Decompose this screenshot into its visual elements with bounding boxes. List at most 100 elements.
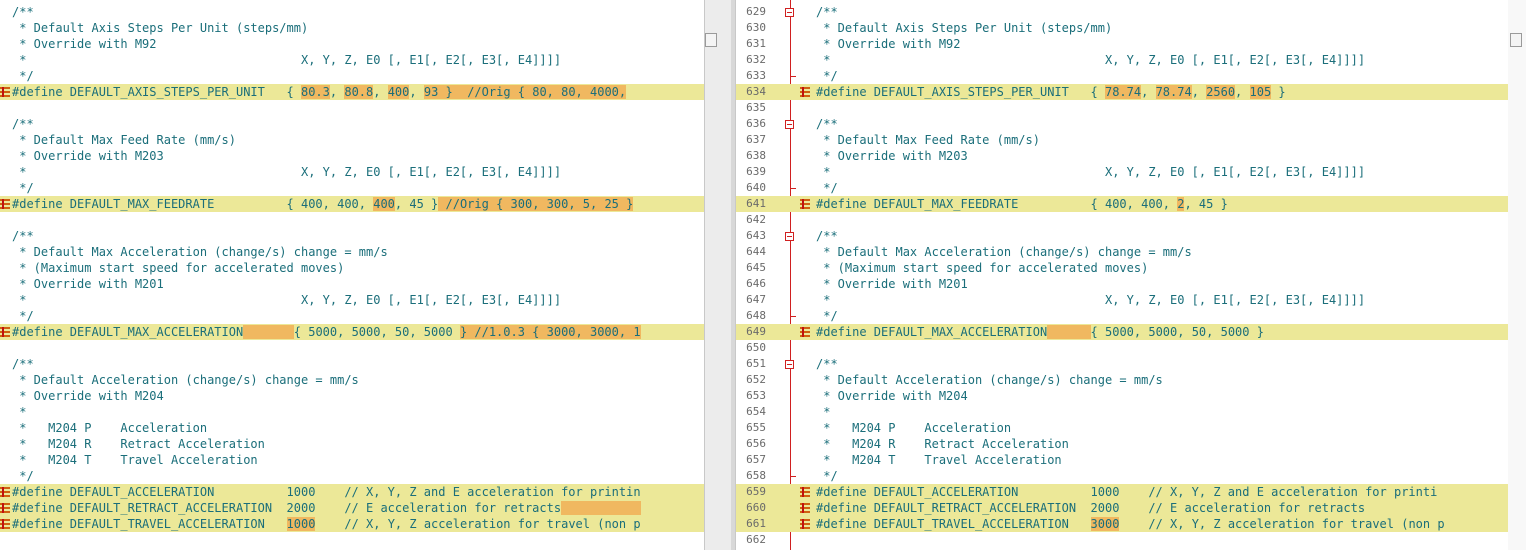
- diff-line[interactable]: #define DEFAULT_AXIS_STEPS_PER_UNIT { 80…: [0, 84, 704, 100]
- code-line[interactable]: 651 /**: [736, 356, 1508, 372]
- code-line[interactable]: */: [0, 468, 704, 484]
- fold-collapse-icon[interactable]: [785, 232, 794, 241]
- code-line[interactable]: 630 * Default Axis Steps Per Unit (steps…: [736, 20, 1508, 36]
- diff-line[interactable]: 660 #define DEFAULT_RETRACT_ACCELERATION …: [736, 500, 1508, 516]
- code-line[interactable]: [0, 212, 704, 228]
- diff-line[interactable]: 634 #define DEFAULT_AXIS_STEPS_PER_UNIT {…: [736, 84, 1508, 100]
- diff-line[interactable]: #define DEFAULT_ACCELERATION 1000 // X, …: [0, 484, 704, 500]
- diff-line[interactable]: #define DEFAULT_MAX_FEEDRATE { 400, 400,…: [0, 196, 704, 212]
- code-line[interactable]: 657 * M204 T Travel Acceleration: [736, 452, 1508, 468]
- code-line[interactable]: /**: [0, 228, 704, 244]
- diff-line[interactable]: #define DEFAULT_RETRACT_ACCELERATION 200…: [0, 500, 704, 516]
- code-text: * X, Y, Z, E0 [, E1[, E2[, E3[, E4]]]]: [12, 52, 561, 68]
- splitter-grip[interactable]: [731, 0, 735, 550]
- code-text: * M204 R Retract Acceleration: [12, 436, 265, 452]
- fold-collapse-icon[interactable]: [785, 8, 794, 17]
- code-line[interactable]: 662: [736, 532, 1508, 548]
- code-line[interactable]: * (Maximum start speed for accelerated m…: [0, 260, 704, 276]
- line-number: 640: [746, 181, 766, 194]
- code-line[interactable]: [0, 100, 704, 116]
- code-line[interactable]: * X, Y, Z, E0 [, E1[, E2[, E3[, E4]]]]: [0, 52, 704, 68]
- code-line[interactable]: 638 * Override with M203: [736, 148, 1508, 164]
- right-editor-pane[interactable]: 629/** 630 * Default Axis Steps Per Unit …: [736, 0, 1508, 550]
- text-segment: * X, Y, Z, E0 [, E1[, E2[, E3[, E4]]]]: [816, 165, 1366, 179]
- code-line[interactable]: 655 * M204 P Acceleration: [736, 420, 1508, 436]
- code-line[interactable]: * Override with M92: [0, 36, 704, 52]
- text-segment: * Override with M92: [816, 37, 961, 51]
- line-number: 638: [746, 149, 766, 162]
- code-line[interactable]: * X, Y, Z, E0 [, E1[, E2[, E3[, E4]]]]: [0, 164, 704, 180]
- code-line[interactable]: * Default Acceleration (change/s) change…: [0, 372, 704, 388]
- diff-line[interactable]: 659 #define DEFAULT_ACCELERATION 1000 // …: [736, 484, 1508, 500]
- code-line[interactable]: 645 * (Maximum start speed for accelerat…: [736, 260, 1508, 276]
- right-scrollbar-thumb[interactable]: [1510, 33, 1522, 47]
- code-line[interactable]: * M204 R Retract Acceleration: [0, 436, 704, 452]
- text-segment: #define DEFAULT_MAX_ACCELERATION: [816, 325, 1048, 339]
- line-number: 658: [746, 469, 766, 482]
- code-line[interactable]: * Default Max Feed Rate (mm/s): [0, 132, 704, 148]
- left-editor-pane[interactable]: /** * Default Axis Steps Per Unit (steps…: [0, 0, 704, 550]
- text-segment: { 5000, 5000, 50, 5000 }: [1090, 325, 1264, 339]
- code-line[interactable]: /**: [0, 116, 704, 132]
- code-line[interactable]: 656 * M204 R Retract Acceleration: [736, 436, 1508, 452]
- code-line[interactable]: 647 * X, Y, Z, E0 [, E1[, E2[, E3[, E4]]…: [736, 292, 1508, 308]
- code-line[interactable]: 646 * Override with M201: [736, 276, 1508, 292]
- code-line[interactable]: 643 /**: [736, 228, 1508, 244]
- code-line[interactable]: 640 */: [736, 180, 1508, 196]
- code-line[interactable]: 635: [736, 100, 1508, 116]
- code-line[interactable]: * M204 T Travel Acceleration: [0, 452, 704, 468]
- code-text: */: [12, 308, 33, 324]
- code-text: /**: [12, 356, 34, 372]
- code-line[interactable]: 654 *: [736, 404, 1508, 420]
- text-segment: * M204 R Retract Acceleration: [12, 437, 265, 451]
- code-text: * X, Y, Z, E0 [, E1[, E2[, E3[, E4]]]]: [816, 52, 1365, 68]
- code-text: *: [12, 404, 26, 420]
- code-line[interactable]: 639 * X, Y, Z, E0 [, E1[, E2[, E3[, E4]]…: [736, 164, 1508, 180]
- code-line[interactable]: 653 * Override with M204: [736, 388, 1508, 404]
- code-line[interactable]: */: [0, 68, 704, 84]
- diff-line[interactable]: 649 #define DEFAULT_MAX_ACCELERATION { 50…: [736, 324, 1508, 340]
- code-line[interactable]: * X, Y, Z, E0 [, E1[, E2[, E3[, E4]]]]: [0, 292, 704, 308]
- code-line[interactable]: *: [0, 404, 704, 420]
- code-line[interactable]: * Override with M204: [0, 388, 704, 404]
- changed-segment: [243, 325, 294, 339]
- text-segment: #define DEFAULT_AXIS_STEPS_PER_UNIT {: [816, 85, 1105, 99]
- code-line[interactable]: 637 * Default Max Feed Rate (mm/s): [736, 132, 1508, 148]
- code-line[interactable]: * Override with M203: [0, 148, 704, 164]
- left-scrollbar-thumb[interactable]: [705, 33, 717, 47]
- diff-line[interactable]: 641 #define DEFAULT_MAX_FEEDRATE { 400, 4…: [736, 196, 1508, 212]
- code-line[interactable]: 633 */: [736, 68, 1508, 84]
- fold-collapse-icon[interactable]: [785, 360, 794, 369]
- pane-splitter[interactable]: [704, 0, 736, 550]
- code-line[interactable]: 632 * X, Y, Z, E0 [, E1[, E2[, E3[, E4]]…: [736, 52, 1508, 68]
- code-line[interactable]: 658 */: [736, 468, 1508, 484]
- code-line[interactable]: 652 * Default Acceleration (change/s) ch…: [736, 372, 1508, 388]
- code-line[interactable]: 644 * Default Max Acceleration (change/s…: [736, 244, 1508, 260]
- code-line[interactable]: 636 /**: [736, 116, 1508, 132]
- fold-collapse-icon[interactable]: [785, 120, 794, 129]
- code-line[interactable]: /**: [0, 356, 704, 372]
- code-line[interactable]: */: [0, 308, 704, 324]
- right-scrollbar-track[interactable]: [1508, 0, 1526, 550]
- line-number: 654: [746, 405, 766, 418]
- line-number: 650: [746, 341, 766, 354]
- code-line[interactable]: [0, 340, 704, 356]
- diff-line[interactable]: #define DEFAULT_TRAVEL_ACCELERATION 1000…: [0, 516, 704, 532]
- code-line[interactable]: */: [0, 180, 704, 196]
- code-line[interactable]: 642: [736, 212, 1508, 228]
- code-line[interactable]: 648 */: [736, 308, 1508, 324]
- code-text: */: [12, 468, 33, 484]
- diff-line[interactable]: #define DEFAULT_MAX_ACCELERATION { 5000,…: [0, 324, 704, 340]
- code-text: #define DEFAULT_AXIS_STEPS_PER_UNIT { 78…: [816, 84, 1286, 100]
- code-line[interactable]: 650: [736, 340, 1508, 356]
- diff-change-flag-icon: [0, 327, 10, 337]
- code-line[interactable]: /**: [0, 4, 704, 20]
- diff-line[interactable]: 661 #define DEFAULT_TRAVEL_ACCELERATION 3…: [736, 516, 1508, 532]
- code-line[interactable]: 631 * Override with M92: [736, 36, 1508, 52]
- code-line[interactable]: * Default Max Acceleration (change/s) ch…: [0, 244, 704, 260]
- code-line[interactable]: * M204 P Acceleration: [0, 420, 704, 436]
- text-segment: * Default Max Feed Rate (mm/s): [816, 133, 1040, 147]
- code-line[interactable]: 629 /**: [736, 4, 1508, 20]
- code-line[interactable]: * Override with M201: [0, 276, 704, 292]
- code-line[interactable]: * Default Axis Steps Per Unit (steps/mm): [0, 20, 704, 36]
